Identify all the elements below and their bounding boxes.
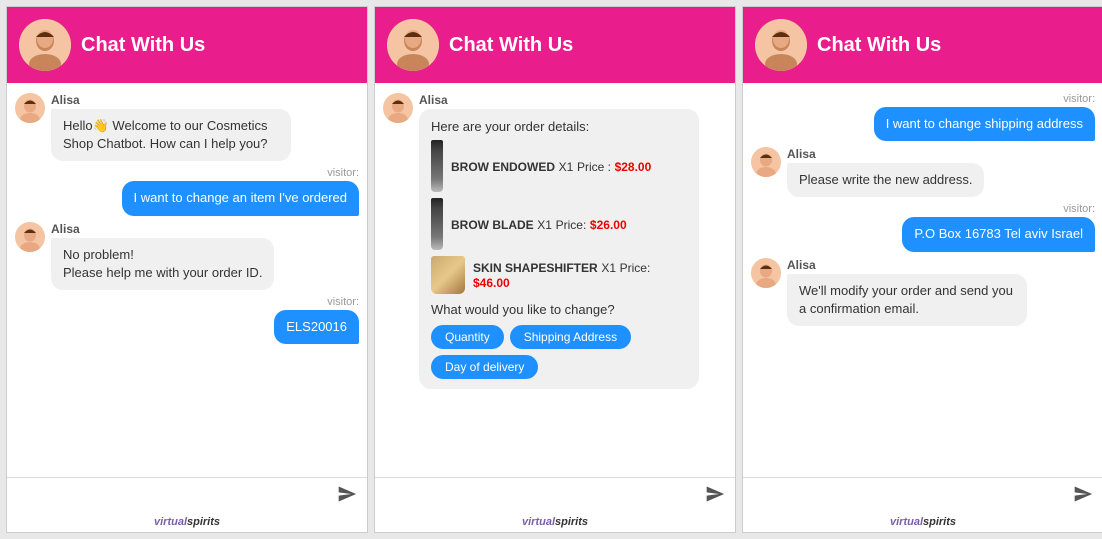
day-of-delivery-button[interactable]: Day of delivery <box>431 355 538 379</box>
agent-avatar-header-3 <box>755 19 807 71</box>
product-price-label-3: Price: <box>620 261 651 275</box>
agent-bubble-2: No problem!Please help me with your orde… <box>51 238 274 290</box>
visitor-label-2: visitor: <box>327 296 359 308</box>
visitor-bubble-1: I want to change an item I've ordered <box>122 181 360 215</box>
footer-brand-1: virtualspirits <box>7 513 367 532</box>
agent-name-2: Alisa <box>51 222 274 236</box>
chat-window-3: Chat With Us visitor: I want to change s… <box>742 6 1102 533</box>
agent-message-content-2: Alisa No problem!Please help me with you… <box>51 222 274 290</box>
chat-title-1: Chat With Us <box>81 34 205 57</box>
footer-brand-2: virtualspirits <box>375 513 735 532</box>
chat-title-2: Chat With Us <box>449 34 573 57</box>
chat-input-2[interactable] <box>385 488 705 504</box>
chat-input-3[interactable] <box>753 488 1073 504</box>
product-price-label-1: Price : <box>577 160 611 174</box>
chat-body-3: visitor: I want to change shipping addre… <box>743 83 1102 477</box>
product-qty-2: X1 <box>537 218 552 232</box>
visitor-bubble-2: ELS20016 <box>274 310 359 344</box>
product-img-2 <box>431 198 443 250</box>
agent-name-3: Alisa <box>419 93 699 107</box>
product-img-1 <box>431 140 443 192</box>
agent-bubble-5: We'll modify your order and send you a c… <box>787 274 1027 326</box>
agent-bubble-4: Please write the new address. <box>787 163 984 197</box>
chat-footer-2 <box>375 477 735 513</box>
product-price-2: $26.00 <box>590 218 627 232</box>
product-price-3: $46.00 <box>473 276 510 290</box>
product-price-label-2: Price: <box>556 218 587 232</box>
agent-avatar-header-1 <box>19 19 71 71</box>
product-name-1: BROW ENDOWED <box>451 160 555 174</box>
agent-message-4: Alisa Please write the new address. <box>751 147 1095 197</box>
chat-header-3: Chat With Us <box>743 7 1102 83</box>
product-name-2: BROW BLADE <box>451 218 534 232</box>
product-img-3 <box>431 256 465 294</box>
agent-name-5: Alisa <box>787 258 1027 272</box>
product-qty-3: X1 <box>601 261 616 275</box>
agent-message-5: Alisa We'll modify your order and send y… <box>751 258 1095 326</box>
visitor-message-2: visitor: ELS20016 <box>15 296 359 344</box>
product-qty-1: X1 <box>559 160 574 174</box>
chat-header-1: Chat With Us <box>7 7 367 83</box>
order-item-2: BROW BLADE X1 Price: $26.00 <box>431 198 687 250</box>
chat-body-1: Alisa Hello👋 Welcome to our Cosmetics Sh… <box>7 83 367 477</box>
agent-avatar-header-2 <box>387 19 439 71</box>
agent-message-1: Alisa Hello👋 Welcome to our Cosmetics Sh… <box>15 93 359 161</box>
product-name-3: SKIN SHAPESHIFTER <box>473 261 598 275</box>
visitor-label-1: visitor: <box>327 167 359 179</box>
footer-brand-3: virtualspirits <box>743 513 1102 532</box>
chat-footer-1 <box>7 477 367 513</box>
visitor-bubble-3: I want to change shipping address <box>874 107 1095 141</box>
agent-message-content-5: Alisa We'll modify your order and send y… <box>787 258 1027 326</box>
agent-message-content-4: Alisa Please write the new address. <box>787 147 984 197</box>
send-button-1[interactable] <box>337 484 357 507</box>
action-buttons: Quantity Shipping Address Day of deliver… <box>431 325 687 379</box>
shipping-address-button[interactable]: Shipping Address <box>510 325 631 349</box>
visitor-message-4: visitor: P.O Box 16783 Tel aviv Israel <box>751 203 1095 251</box>
order-item-1: BROW ENDOWED X1 Price : $28.00 <box>431 140 687 192</box>
agent-avatar-4 <box>751 147 781 177</box>
chat-input-1[interactable] <box>17 488 337 504</box>
agent-name-4: Alisa <box>787 147 984 161</box>
agent-bubble-1: Hello👋 Welcome to our Cosmetics Shop Cha… <box>51 109 291 161</box>
chat-body-2: Alisa Here are your order details: BROW … <box>375 83 735 477</box>
order-bubble: Here are your order details: BROW ENDOWE… <box>419 109 699 389</box>
agent-avatar-2 <box>15 222 45 252</box>
send-button-3[interactable] <box>1073 484 1093 507</box>
agent-message-content-3: Alisa Here are your order details: BROW … <box>419 93 699 389</box>
change-prompt-text: What would you like to change? <box>431 302 687 317</box>
agent-avatar-5 <box>751 258 781 288</box>
visitor-label-3: visitor: <box>1063 93 1095 105</box>
visitor-label-4: visitor: <box>1063 203 1095 215</box>
chat-window-1: Chat With Us Alisa Hello👋 Welcome to our… <box>6 6 368 533</box>
agent-avatar-3 <box>383 93 413 123</box>
chat-footer-3 <box>743 477 1102 513</box>
agent-message-2: Alisa No problem!Please help me with you… <box>15 222 359 290</box>
order-item-3: SKIN SHAPESHIFTER X1 Price: $46.00 <box>431 256 687 294</box>
visitor-message-3: visitor: I want to change shipping addre… <box>751 93 1095 141</box>
chat-title-3: Chat With Us <box>817 34 941 57</box>
agent-message-content-1: Alisa Hello👋 Welcome to our Cosmetics Sh… <box>51 93 291 161</box>
product-price-1: $28.00 <box>615 160 652 174</box>
chat-window-2: Chat With Us Alisa Here are your order d… <box>374 6 736 533</box>
agent-avatar-1 <box>15 93 45 123</box>
quantity-button[interactable]: Quantity <box>431 325 504 349</box>
visitor-bubble-4: P.O Box 16783 Tel aviv Israel <box>902 217 1095 251</box>
chat-header-2: Chat With Us <box>375 7 735 83</box>
send-button-2[interactable] <box>705 484 725 507</box>
order-intro-text: Here are your order details: <box>431 119 687 134</box>
agent-name-1: Alisa <box>51 93 291 107</box>
visitor-message-1: visitor: I want to change an item I've o… <box>15 167 359 215</box>
agent-message-3: Alisa Here are your order details: BROW … <box>383 93 727 389</box>
